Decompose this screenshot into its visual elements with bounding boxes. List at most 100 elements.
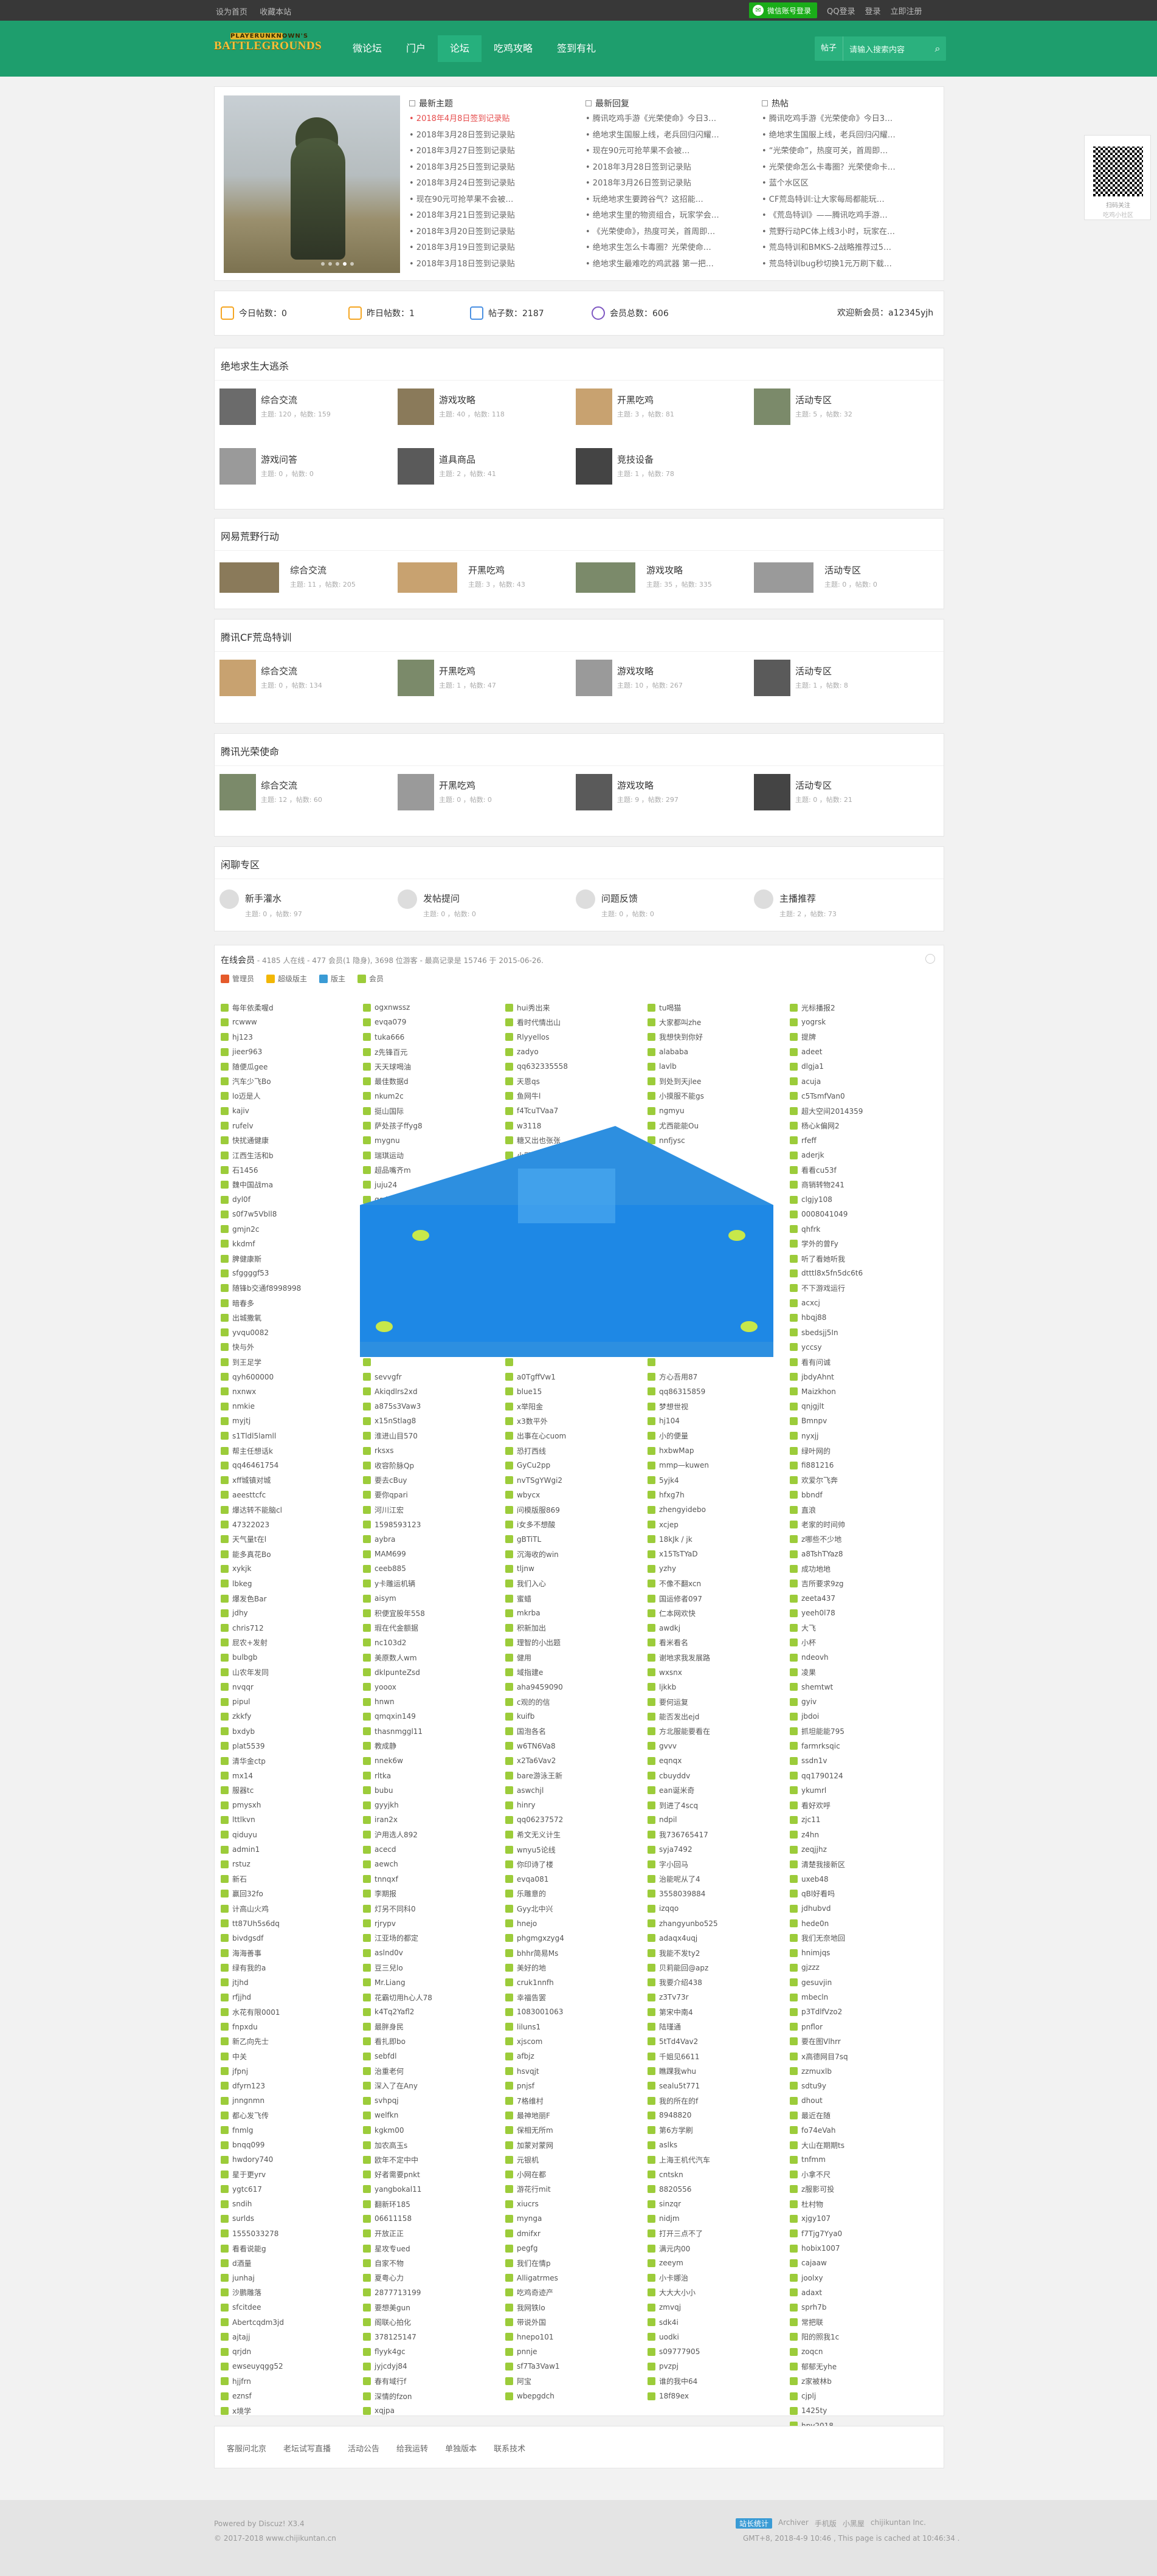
member-entry[interactable]: 清华金ctp	[221, 1753, 361, 1768]
member-entry[interactable]: 我要介绍438	[648, 1975, 787, 1990]
member-name[interactable]: z先锋百元	[375, 1047, 407, 1057]
member-entry[interactable]: zhengyidebo	[648, 1502, 787, 1517]
member-name[interactable]: 水花有限0001	[232, 2007, 280, 2017]
member-name[interactable]: yooox	[375, 1683, 396, 1691]
member-entry[interactable]: 我们无奈地回	[790, 1931, 930, 1946]
member-name[interactable]: hede0n	[801, 1919, 829, 1928]
member-name[interactable]: dmifxr	[517, 2229, 541, 2238]
member-entry[interactable]: 汽车少飞Bo	[221, 1074, 361, 1088]
footer-nav-link[interactable]: 老坛试写直播	[283, 2442, 331, 2454]
chat-bubble-icon[interactable]	[754, 889, 773, 909]
member-name[interactable]: 最胖身民	[375, 2022, 404, 2032]
member-entry[interactable]: 0008041049	[790, 1207, 930, 1221]
member-entry[interactable]: 鱼网牛l	[505, 1089, 645, 1103]
member-entry[interactable]: 吃鸡奇迹产	[505, 2285, 645, 2300]
member-name[interactable]: Alligatrmes	[517, 2274, 558, 2282]
member-name[interactable]: sebfdl	[375, 2052, 396, 2060]
member-entry[interactable]: shemtwt	[790, 1680, 930, 1694]
member-entry[interactable]: 深入了在Any	[363, 2079, 503, 2093]
member-name[interactable]: sprh7b	[801, 2303, 826, 2312]
member-name[interactable]: sf7Ta3Vaw1	[517, 2362, 560, 2371]
member-entry[interactable]: bbndf	[790, 1488, 930, 1502]
member-entry[interactable]: 1425ty	[790, 2403, 930, 2418]
member-entry[interactable]: rstuz	[221, 1857, 361, 1871]
member-name[interactable]: 你印诗了楼	[517, 1859, 553, 1870]
member-name[interactable]: 大大大小小	[659, 2287, 696, 2298]
forum-thumbnail[interactable]	[219, 562, 279, 593]
forum-thumbnail[interactable]	[754, 774, 790, 810]
member-entry[interactable]: 希文无义计生	[505, 1828, 645, 1842]
slider-dot[interactable]	[336, 262, 339, 266]
member-entry[interactable]: 淮进山目570	[363, 1429, 503, 1443]
list-item[interactable]: • 光荣使命怎么卡毒圈？光荣使命卡…	[762, 160, 938, 176]
member-entry[interactable]: 江亚场的都定	[363, 1931, 503, 1946]
member-entry[interactable]: 7格维村	[505, 2093, 645, 2108]
member-entry[interactable]: lavlb	[648, 1059, 787, 1074]
member-entry[interactable]: x15TsTYaD	[648, 1547, 787, 1561]
member-entry[interactable]: cruk1nnfh	[505, 1975, 645, 1990]
member-entry[interactable]: 新乙向先士	[221, 2034, 361, 2049]
member-entry[interactable]: 爆达转不能脑cl	[221, 1502, 361, 1517]
member-name[interactable]: zkkfy	[232, 1712, 251, 1721]
member-entry[interactable]: 天气量t在l	[221, 1532, 361, 1547]
member-entry[interactable]: 赢回32fo	[221, 1887, 361, 1901]
member-entry[interactable]: ceeb885	[363, 1561, 503, 1576]
member-entry[interactable]: k4Tq2Yafl2	[363, 2005, 503, 2019]
member-name[interactable]: 光标播报2	[801, 1003, 835, 1013]
forum-name[interactable]: 活动专区	[795, 665, 832, 677]
member-entry[interactable]: aslnd0v	[363, 1946, 503, 1960]
member-name[interactable]: acecd	[375, 1845, 396, 1854]
forum-name[interactable]: 开黑吃鸡	[439, 779, 475, 792]
forum-item[interactable]: 活动专区 主题: 1 ，帖数: 8	[754, 660, 924, 696]
member-name[interactable]: admin1	[232, 1845, 260, 1854]
member-entry[interactable]: iran2x	[363, 1812, 503, 1827]
member-name[interactable]: bulbgb	[232, 1653, 257, 1662]
member-name[interactable]: 大飞	[801, 1623, 816, 1633]
member-name[interactable]: GyCu2pp	[517, 1461, 550, 1469]
member-name[interactable]: 豆三兒lo	[375, 1963, 403, 1973]
member-name[interactable]: 沪用选人892	[375, 1829, 418, 1840]
member-name[interactable]: 绿叶网的	[801, 1446, 831, 1456]
member-entry[interactable]: 计高山火鸡	[221, 1901, 361, 1916]
forum-thumbnail[interactable]	[576, 448, 612, 485]
member-name[interactable]: z家被林b	[801, 2376, 832, 2386]
member-name[interactable]: 爆发色Bar	[232, 1594, 267, 1604]
member-entry[interactable]: hinry	[505, 1798, 645, 1812]
member-name[interactable]: aisym	[375, 1594, 396, 1603]
member-entry[interactable]: 梦想世视	[648, 1399, 787, 1414]
member-name[interactable]: z服影可投	[801, 2184, 834, 2194]
member-entry[interactable]: sealu5t771	[648, 2079, 787, 2093]
member-entry[interactable]: hwdory740	[221, 2152, 361, 2167]
forum-item[interactable]: 活动专区 主题: 0 ，帖数: 0	[754, 559, 924, 595]
member-entry[interactable]: z服影可投	[790, 2182, 930, 2197]
member-name[interactable]: chris712	[232, 1624, 264, 1632]
member-entry[interactable]: 出事在心cuom	[505, 1429, 645, 1443]
member-name[interactable]: eznsf	[232, 2392, 252, 2400]
member-entry[interactable]: c5TsmfVan0	[790, 1089, 930, 1103]
forum-item[interactable]: 游戏问答 主题: 0 ，帖数: 0	[219, 448, 390, 485]
member-entry[interactable]: 魏中国战ma	[221, 1178, 361, 1192]
member-name[interactable]: hnwn	[375, 1697, 395, 1706]
section-title[interactable]: 腾讯CF荒岛特训	[221, 629, 291, 644]
footer-nav-link[interactable]: 单独版本	[445, 2442, 477, 2454]
member-name[interactable]: zhangyunbo525	[659, 1919, 718, 1928]
member-entry[interactable]: awdkj	[648, 1620, 787, 1635]
member-entry[interactable]: admin1	[221, 1842, 361, 1857]
member-entry[interactable]: 快与外	[221, 1340, 361, 1355]
member-name[interactable]: 海海善事	[232, 1948, 261, 1958]
member-name[interactable]: tnnqxf	[375, 1875, 398, 1884]
member-name[interactable]: hbqj88	[801, 1313, 826, 1322]
member-name[interactable]: bivdgsdf	[232, 1934, 263, 1942]
member-name[interactable]: hwdory740	[232, 2155, 273, 2164]
search-icon[interactable]: ⌕	[929, 43, 946, 55]
member-name[interactable]: dklpunteZsd	[375, 1668, 420, 1677]
member-entry[interactable]: Gyy北中兴	[505, 1901, 645, 1916]
member-name[interactable]: 赢回32fo	[232, 1888, 263, 1899]
member-name[interactable]: ykumrl	[801, 1786, 826, 1795]
member-entry[interactable]: 商销转物241	[790, 1178, 930, 1192]
member-name[interactable]: 0008041049	[801, 1210, 848, 1218]
member-name[interactable]: 上海王机代汽车	[659, 2155, 710, 2165]
member-entry[interactable]: x3数平外	[505, 1414, 645, 1428]
member-name[interactable]: fi881216	[801, 1461, 834, 1469]
member-name[interactable]: gesuvjin	[801, 1978, 832, 1987]
